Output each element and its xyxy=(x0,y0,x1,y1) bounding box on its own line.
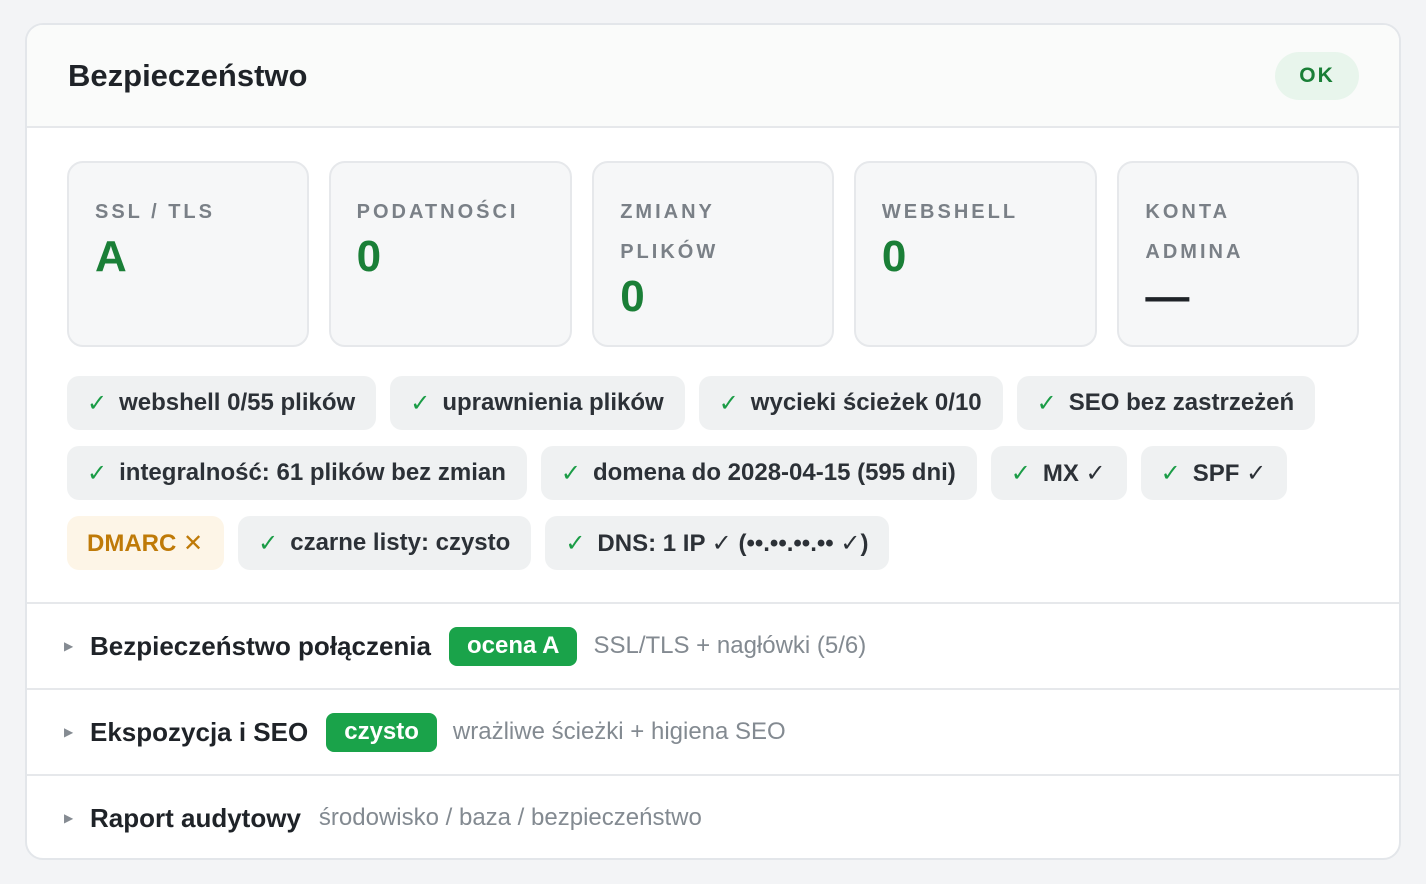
section-title[interactable]: Ekspozycja i SEO xyxy=(90,717,308,748)
stats-row: SSL / TLS A PODATNOŚCI 0 ZMIANY PLIKÓW 0… xyxy=(67,161,1360,347)
stat-label: KONTA ADMINA xyxy=(1145,201,1244,263)
check-text: integralność: 61 plików bez zmian xyxy=(119,459,506,486)
check-icon: ✓ xyxy=(1160,459,1181,487)
stat-vulnerabilities: PODATNOŚCI 0 xyxy=(328,161,573,347)
warning-chip: DMARC ✕ xyxy=(67,516,225,570)
stat-label: WEBSHELL xyxy=(881,201,1019,223)
stat-webshell: WEBSHELL 0 xyxy=(853,161,1098,347)
check-chips: ✓ webshell 0/55 plików ✓ uprawnienia plikó… xyxy=(67,376,1367,570)
security-panel: Bezpieczeństwo OK SSL / TLS A PODATNOŚCI… xyxy=(25,23,1401,860)
check-icon: ✓ xyxy=(1036,389,1057,417)
section-audit-report[interactable]: ▶ Raport audytowy środowisko / baza / be… xyxy=(27,774,1399,858)
stat-value: A xyxy=(95,232,127,281)
triangle-right-icon[interactable]: ▶ xyxy=(64,811,90,825)
panel-title: Bezpieczeństwo xyxy=(68,57,308,93)
check-icon: ✓ xyxy=(718,389,739,417)
stat-value: — xyxy=(1145,272,1190,321)
stat-label: ZMIANY PLIKÓW xyxy=(620,201,719,263)
section-badge: ocena A xyxy=(448,626,578,666)
stat-label: SSL / TLS xyxy=(95,201,215,223)
check-text: uprawnienia plików xyxy=(442,389,664,416)
check-text: SEO bez zastrzeżeń xyxy=(1068,389,1295,416)
check-chip: ✓ uprawnienia plików xyxy=(390,376,685,430)
section-title[interactable]: Bezpieczeństwo połączenia xyxy=(90,631,431,662)
check-icon: ✓ xyxy=(565,529,586,557)
section-title[interactable]: Raport audytowy xyxy=(90,803,301,834)
stat-admin-accounts: KONTA ADMINA — xyxy=(1117,161,1360,347)
stat-ssl: SSL / TLS A xyxy=(67,161,309,347)
check-icon: ✓ xyxy=(87,389,108,417)
stat-file-changes: ZMIANY PLIKÓW 0 xyxy=(592,161,834,347)
section-connection-security[interactable]: ▶ Bezpieczeństwo połączenia ocena A SSL/… xyxy=(27,602,1399,688)
check-text: MX ✓ xyxy=(1042,459,1106,487)
check-icon: ✓ xyxy=(560,459,581,487)
check-chip: ✓ integralność: 61 plików bez zmian xyxy=(67,446,527,500)
check-text: domena do 2028-04-15 (595 dni) xyxy=(592,459,956,486)
stat-value: 0 xyxy=(881,232,907,281)
check-text: SPF ✓ xyxy=(1192,459,1267,487)
section-description: wrażliwe ścieżki + higiena SEO xyxy=(452,718,786,745)
status-badge: OK xyxy=(1275,51,1359,100)
section-badge: czysto xyxy=(326,712,437,752)
collapsible-sections: ▶ Bezpieczeństwo połączenia ocena A SSL/… xyxy=(27,602,1399,858)
check-text: wycieki ścieżek 0/10 xyxy=(750,389,982,416)
section-description: środowisko / baza / bezpieczeństwo xyxy=(318,804,702,831)
section-description: SSL/TLS + nagłówki (5/6) xyxy=(593,632,867,659)
stat-value: 0 xyxy=(620,272,645,321)
check-text: DMARC ✕ xyxy=(87,529,204,557)
check-text: DNS: 1 IP ✓ (••.••.••.•• ✓) xyxy=(597,529,869,557)
triangle-right-icon[interactable]: ▶ xyxy=(64,639,90,653)
check-icon: ✓ xyxy=(1010,459,1031,487)
stat-label: PODATNOŚCI xyxy=(356,201,519,223)
section-exposure-seo[interactable]: ▶ Ekspozycja i SEO czysto wrażliwe ścież… xyxy=(27,688,1399,774)
check-chip: ✓ domena do 2028-04-15 (595 dni) xyxy=(540,446,977,500)
check-text: czarne listy: czysto xyxy=(290,529,511,556)
check-chip: ✓ MX ✓ xyxy=(990,446,1127,500)
check-icon: ✓ xyxy=(410,389,431,417)
panel-body: SSL / TLS A PODATNOŚCI 0 ZMIANY PLIKÓW 0… xyxy=(27,128,1399,570)
stat-value: 0 xyxy=(356,232,382,281)
check-chip: ✓ DNS: 1 IP ✓ (••.••.••.•• ✓) xyxy=(545,516,890,570)
check-icon: ✓ xyxy=(258,529,279,557)
check-icon: ✓ xyxy=(87,459,108,487)
check-text: webshell 0/55 plików xyxy=(119,389,356,416)
check-chip: ✓ wycieki ścieżek 0/10 xyxy=(698,376,1003,430)
panel-header: Bezpieczeństwo OK xyxy=(27,25,1399,128)
triangle-right-icon[interactable]: ▶ xyxy=(64,725,90,739)
check-chip: ✓ czarne listy: czysto xyxy=(238,516,532,570)
check-chip: ✓ SPF ✓ xyxy=(1140,446,1288,500)
check-chip: ✓ webshell 0/55 plików xyxy=(67,376,377,430)
check-chip: ✓ SEO bez zastrzeżeń xyxy=(1016,376,1316,430)
